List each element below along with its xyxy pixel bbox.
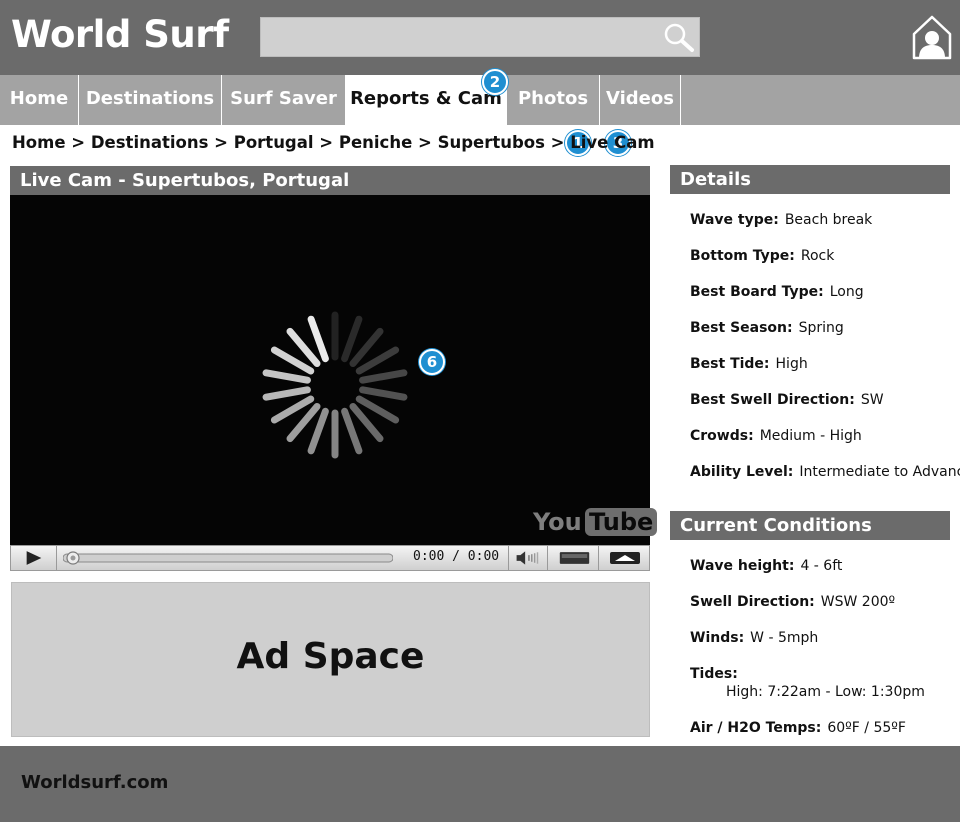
detail-label: Bottom Type: (690, 248, 795, 264)
search-icon[interactable] (661, 21, 695, 53)
nav-tab-destinations[interactable]: Destinations (79, 75, 222, 125)
site-logo[interactable]: World Surf (11, 13, 229, 56)
page: World Surf Home Destinations Surf Saver … (0, 0, 960, 822)
footer: Worldsurf.com (0, 746, 960, 822)
condition-label: Wave height: (690, 558, 795, 574)
detail-label: Wave type: (690, 212, 779, 228)
detail-label: Ability Level: (690, 464, 794, 480)
detail-best-board-type: Best Board Type: Long (690, 284, 864, 300)
condition-tides-detail: High: 7:22am - Low: 1:30pm (726, 684, 925, 700)
ad-space[interactable]: Ad Space (11, 582, 650, 737)
condition-temps: Air / H2O Temps: 60ºF / 55ºF (690, 720, 906, 736)
detail-value: Intermediate to Advanced (799, 464, 960, 480)
condition-value: 4 - 6ft (800, 558, 843, 574)
detail-value: Beach break (784, 212, 873, 228)
detail-best-tide: Best Tide: High (690, 356, 808, 372)
nav-tab-videos[interactable]: Videos (600, 75, 681, 125)
details-header: Details (670, 165, 950, 194)
condition-value: W - 5mph (750, 630, 819, 646)
youtube-logo-tube: Tube (585, 508, 658, 536)
detail-ability-level: Ability Level: Intermediate to Advanced (690, 464, 960, 480)
detail-best-swell-direction: Best Swell Direction: SW (690, 392, 884, 408)
conditions-header: Current Conditions (670, 511, 950, 540)
detail-wave-type: Wave type: Beach break (690, 212, 872, 228)
nav-tab-photos[interactable]: Photos (507, 75, 600, 125)
detail-label: Best Board Type: (690, 284, 824, 300)
player-size-button[interactable] (551, 546, 599, 570)
account-icon[interactable] (912, 14, 952, 60)
footer-site-link[interactable]: Worldsurf.com (21, 772, 168, 793)
detail-crowds: Crowds: Medium - High (690, 428, 862, 444)
fullscreen-button[interactable] (601, 546, 649, 570)
detail-value: Spring (798, 320, 844, 336)
breadcrumb[interactable]: Home > Destinations > Portugal > Peniche… (12, 133, 655, 152)
detail-best-season: Best Season: Spring (690, 320, 844, 336)
search-box (260, 17, 700, 57)
play-button[interactable] (11, 546, 57, 570)
detail-value: Rock (800, 248, 835, 264)
loading-spinner-icon (262, 311, 408, 459)
detail-value: High (775, 356, 808, 372)
youtube-logo-you: You (533, 508, 582, 536)
nav-tab-home[interactable]: Home (0, 75, 79, 125)
detail-label: Best Tide: (690, 356, 770, 372)
detail-bottom-type: Bottom Type: Rock (690, 248, 834, 264)
video-controls: 0:00 / 0:00 (10, 545, 650, 571)
youtube-logo[interactable]: You Tube (533, 507, 658, 537)
video-title: Live Cam - Supertubos, Portugal (10, 166, 650, 195)
detail-label: Best Season: (690, 320, 793, 336)
time-display: 0:00 / 0:00 (413, 549, 500, 564)
condition-label: Tides: (690, 666, 738, 682)
condition-value: 60ºF / 55ºF (827, 720, 906, 736)
detail-label: Crowds: (690, 428, 754, 444)
volume-icon[interactable] (508, 546, 548, 570)
detail-label: Best Swell Direction: (690, 392, 855, 408)
condition-swell-direction: Swell Direction: WSW 200º (690, 594, 895, 610)
main-nav: Home Destinations Surf Saver Reports & C… (0, 75, 960, 125)
condition-wave-height: Wave height: 4 - 6ft (690, 558, 842, 574)
nav-tab-surf-saver[interactable]: Surf Saver (222, 75, 346, 125)
ad-space-label: Ad Space (236, 636, 425, 677)
detail-value: Long (829, 284, 864, 300)
condition-tides: Tides: (690, 666, 744, 682)
detail-value: SW (860, 392, 884, 408)
video-player[interactable]: 6 You Tube (10, 195, 658, 545)
search-input[interactable] (261, 18, 651, 56)
header: World Surf (0, 0, 960, 75)
condition-value: WSW 200º (820, 594, 896, 610)
callout-badge-6: 6 (419, 349, 445, 375)
condition-label: Swell Direction: (690, 594, 815, 610)
callout-badge-2: 2 (482, 69, 508, 95)
detail-value: Medium - High (759, 428, 862, 444)
condition-label: Winds: (690, 630, 745, 646)
condition-label: Air / H2O Temps: (690, 720, 822, 736)
condition-winds: Winds: W - 5mph (690, 630, 818, 646)
progress-bar[interactable] (63, 551, 393, 565)
